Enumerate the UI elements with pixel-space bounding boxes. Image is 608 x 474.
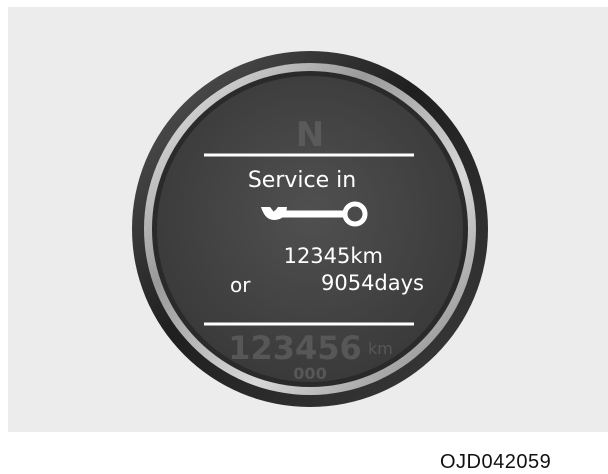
gear-indicator-faded: N [296, 115, 324, 155]
figure-code: OJD042059 [440, 451, 552, 473]
odometer-unit-faded: km [368, 339, 393, 358]
display-frame: N Service in 12345km or 9054days 123456 … [8, 7, 608, 432]
service-reminder-gauge: N Service in 12345km or 9054days 123456 … [132, 51, 488, 407]
odometer-faded: 123456 [228, 329, 362, 367]
conjunction-text: or [230, 273, 251, 297]
service-days: 9054days [321, 271, 424, 295]
service-title: Service in [248, 168, 356, 193]
service-distance: 12345km [284, 244, 383, 268]
trip-faded: 000 [293, 364, 326, 383]
